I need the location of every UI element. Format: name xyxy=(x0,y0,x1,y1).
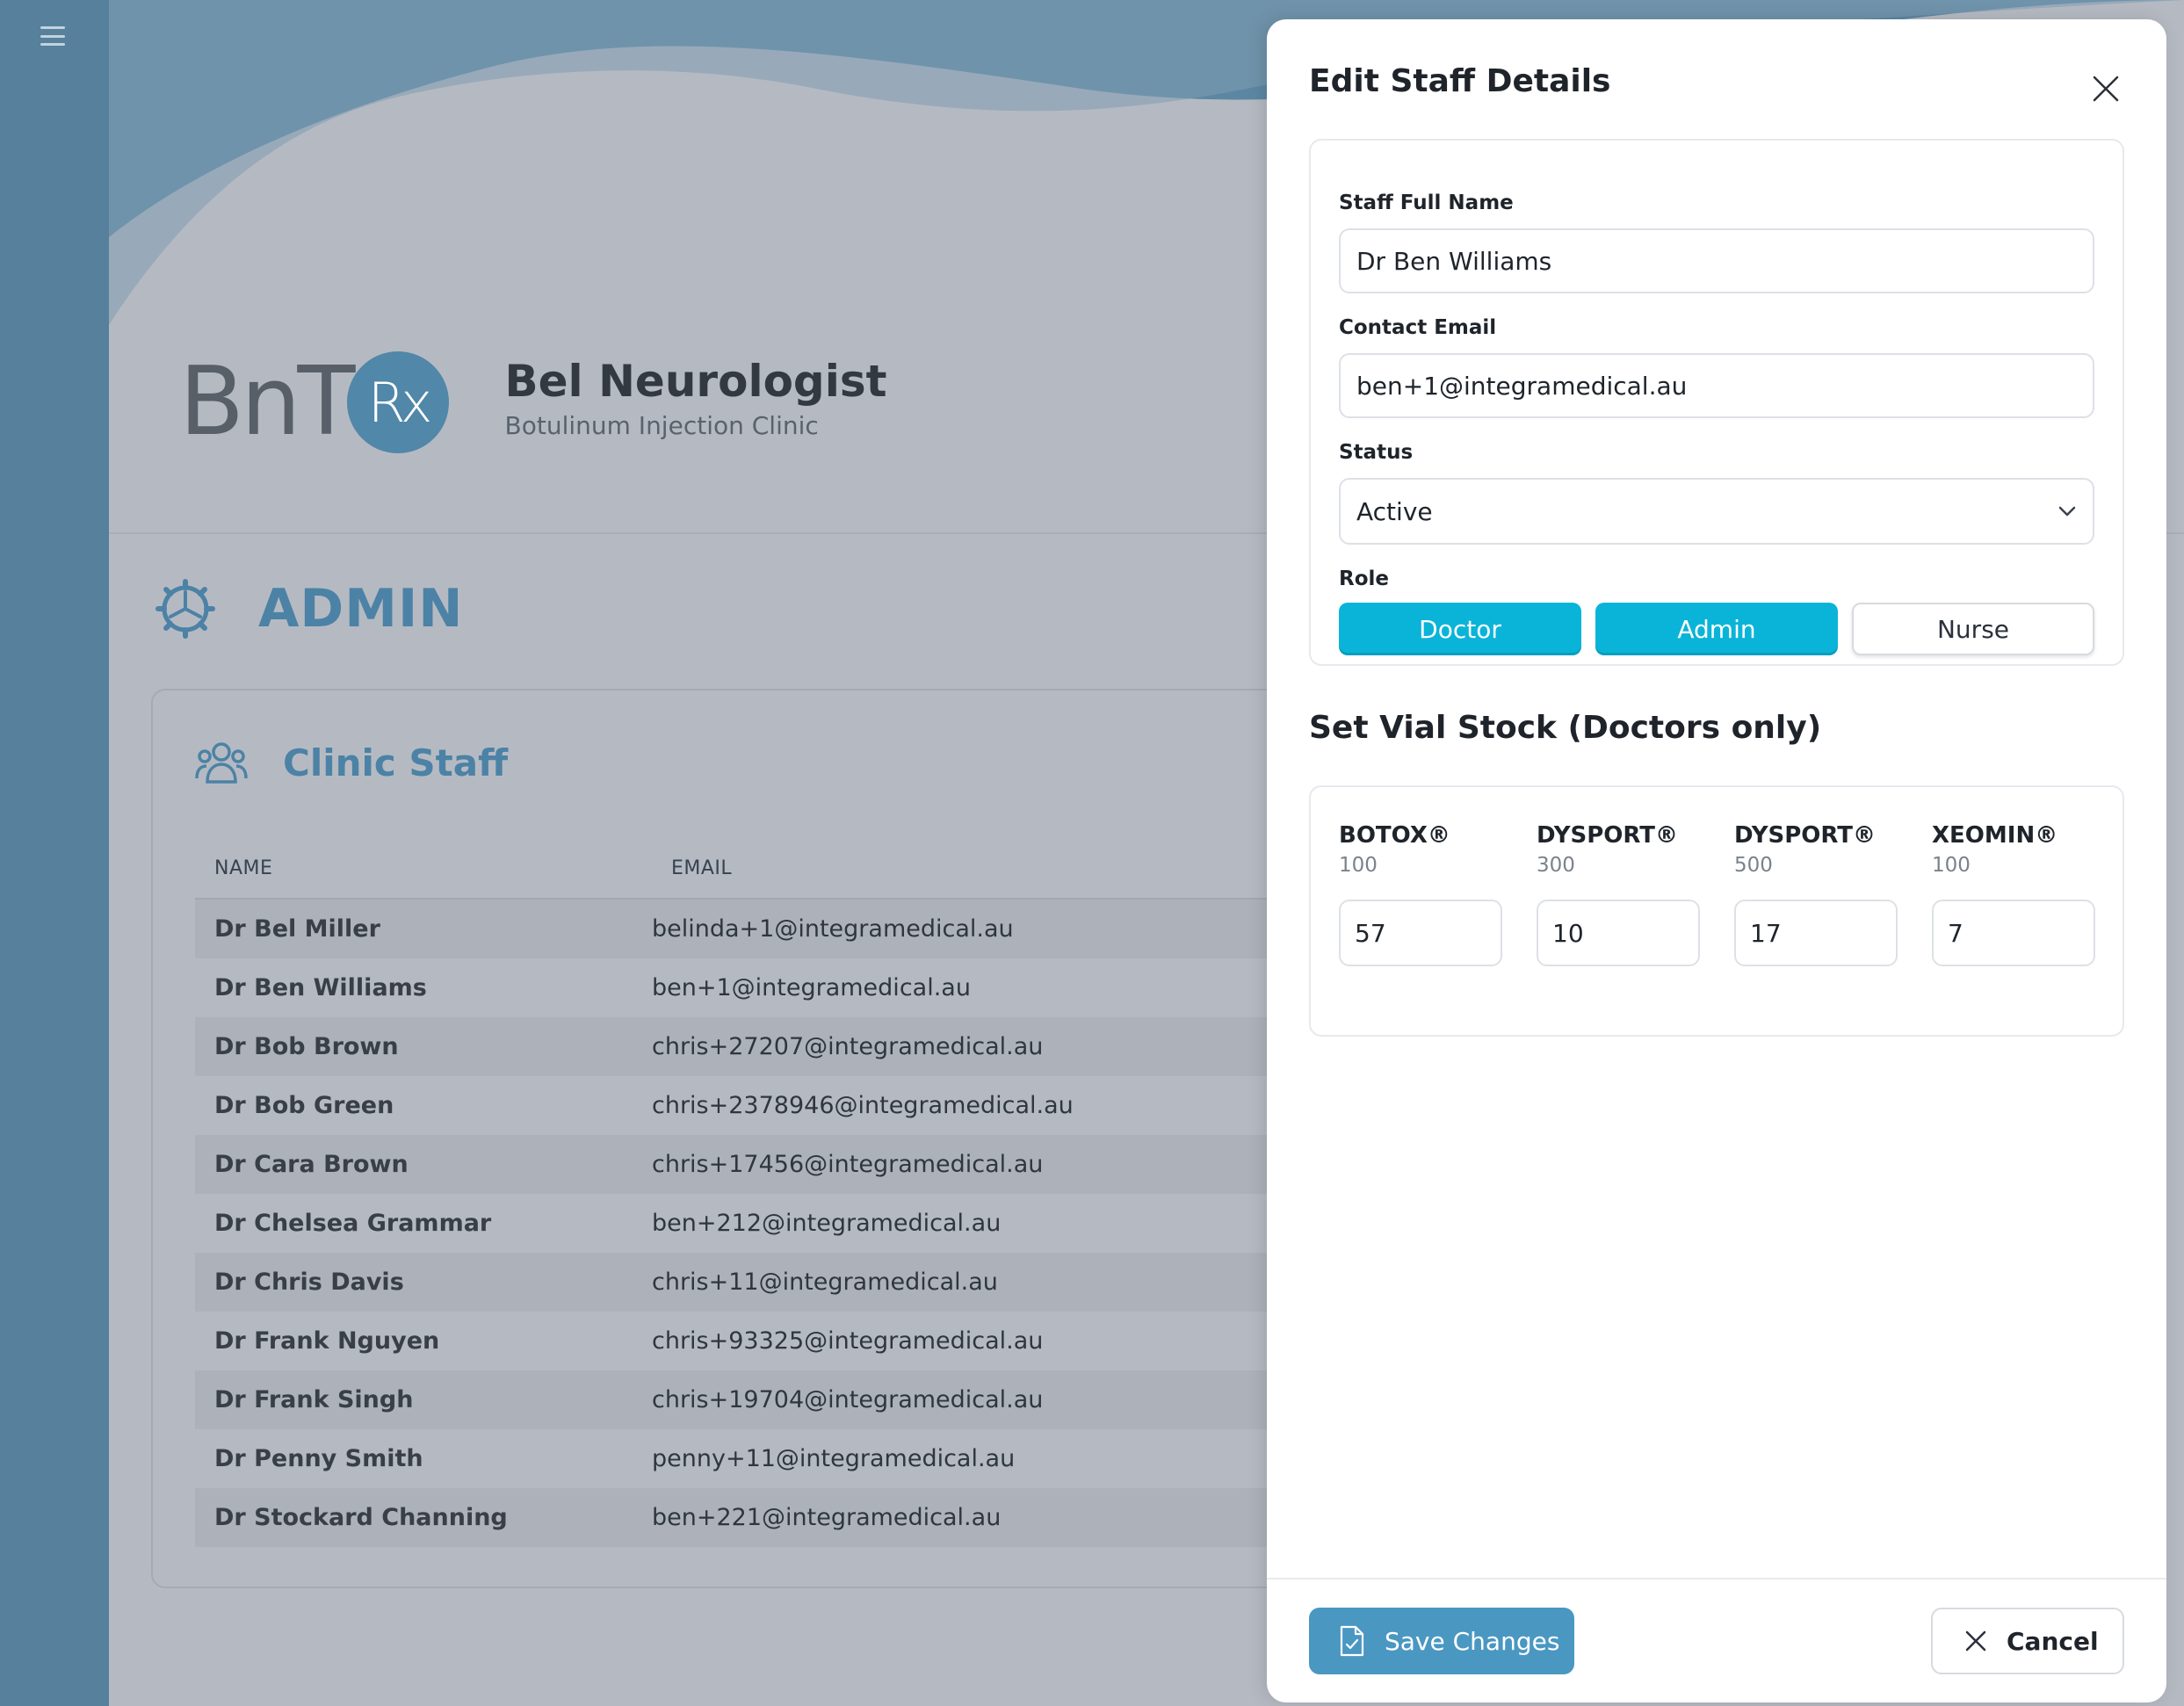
staff-name-cell: Dr Bel Miller xyxy=(214,915,380,943)
gear-icon xyxy=(155,579,215,639)
staff-name-cell: Dr Chelsea Grammar xyxy=(214,1210,492,1237)
modal-footer-divider xyxy=(1267,1578,2166,1579)
column-header-email[interactable]: EMAIL xyxy=(671,857,732,879)
status-label: Status xyxy=(1339,441,1414,464)
vial-stock-input[interactable] xyxy=(1339,900,1502,966)
staff-name-label: Staff Full Name xyxy=(1339,192,1514,214)
admin-title: ADMIN xyxy=(258,578,464,640)
clinic-staff-title: Clinic Staff xyxy=(283,741,509,784)
vial-stock-input[interactable] xyxy=(1734,900,1898,966)
vial-dysport-500: DYSPORT® 500 xyxy=(1734,822,1898,966)
admin-heading: ADMIN xyxy=(155,578,464,640)
staff-email-cell: belinda+1@integramedical.au xyxy=(652,915,1014,943)
staff-name-cell: Dr Cara Brown xyxy=(214,1151,409,1178)
close-icon[interactable] xyxy=(2087,70,2124,107)
role-label: Role xyxy=(1339,567,1389,590)
contact-email-input[interactable] xyxy=(1339,353,2094,418)
edit-staff-modal: Edit Staff Details Staff Full Name Conta… xyxy=(1267,19,2166,1702)
column-header-name[interactable]: NAME xyxy=(214,857,272,879)
staff-email-cell: chris+19704@integramedical.au xyxy=(652,1386,1044,1413)
staff-name-cell: Dr Stockard Channing xyxy=(214,1504,508,1531)
role-nurse-button[interactable]: Nurse xyxy=(1852,603,2094,655)
save-changes-button[interactable]: Save Changes xyxy=(1309,1608,1574,1674)
vial-dysport-300: DYSPORT® 300 xyxy=(1537,822,1700,966)
modal-title: Edit Staff Details xyxy=(1309,63,1611,99)
staff-name-cell: Dr Bob Green xyxy=(214,1092,394,1119)
staff-email-cell: ben+1@integramedical.au xyxy=(652,974,971,1001)
role-doctor-button[interactable]: Doctor xyxy=(1339,603,1581,655)
staff-email-cell: ben+212@integramedical.au xyxy=(652,1210,1002,1237)
staff-email-cell: chris+93325@integramedical.au xyxy=(652,1327,1044,1355)
vial-size: 500 xyxy=(1734,854,1773,877)
status-selected-value: Active xyxy=(1356,496,1433,526)
cancel-button[interactable]: Cancel xyxy=(1931,1608,2124,1674)
staff-name-cell: Dr Chris Davis xyxy=(214,1269,404,1296)
staff-email-cell: chris+27207@integramedical.au xyxy=(652,1033,1044,1060)
staff-name-cell: Dr Bob Brown xyxy=(214,1033,399,1060)
staff-name-cell: Dr Ben Williams xyxy=(214,974,427,1001)
vial-size: 300 xyxy=(1537,854,1575,877)
staff-email-cell: penny+11@integramedical.au xyxy=(652,1445,1016,1472)
staff-email-cell: ben+221@integramedical.au xyxy=(652,1504,1002,1531)
staff-details-section: Staff Full Name Contact Email Status Act… xyxy=(1309,139,2124,666)
staff-name-input[interactable] xyxy=(1339,228,2094,293)
clinic-name: Bel Neurologist xyxy=(504,355,887,407)
vial-name: DYSPORT® xyxy=(1734,822,1876,849)
contact-email-label: Contact Email xyxy=(1339,316,1497,339)
menu-hamburger-icon[interactable] xyxy=(40,26,65,46)
vial-stock-section: BOTOX® 100 DYSPORT® 300 DYSPORT® 500 XEO… xyxy=(1309,785,2124,1037)
logo-badge-text: Rx xyxy=(367,370,433,435)
status-select[interactable]: Active xyxy=(1339,478,2094,545)
vial-name: BOTOX® xyxy=(1339,822,1450,849)
logo-badge: Rx xyxy=(346,351,449,453)
staff-name-cell: Dr Frank Nguyen xyxy=(214,1327,440,1355)
clinic-subtitle: Botulinum Injection Clinic xyxy=(504,410,819,440)
document-check-icon xyxy=(1340,1625,1364,1657)
staff-email-cell: chris+11@integramedical.au xyxy=(652,1269,998,1296)
cancel-button-label: Cancel xyxy=(2007,1626,2099,1656)
vial-size: 100 xyxy=(1339,854,1378,877)
vial-name: DYSPORT® xyxy=(1537,822,1678,849)
vial-size: 100 xyxy=(1932,854,1971,877)
people-icon xyxy=(195,742,248,784)
clinic-brand: BnT Rx Bel Neurologist Botulinum Injecti… xyxy=(179,351,887,453)
role-admin-button[interactable]: Admin xyxy=(1595,603,1838,655)
staff-name-cell: Dr Penny Smith xyxy=(214,1445,423,1472)
vial-stock-title: Set Vial Stock (Doctors only) xyxy=(1309,710,1822,746)
role-toggle-group: Doctor Admin Nurse xyxy=(1339,603,2094,655)
vial-xeomin-100: XEOMIN® 100 xyxy=(1932,822,2095,966)
close-icon xyxy=(1965,1630,1986,1652)
save-button-label: Save Changes xyxy=(1385,1626,1560,1656)
staff-email-cell: chris+2378946@integramedical.au xyxy=(652,1092,1074,1119)
vial-name: XEOMIN® xyxy=(1932,822,2058,849)
vial-stock-input[interactable] xyxy=(1932,900,2095,966)
vial-stock-input[interactable] xyxy=(1537,900,1700,966)
staff-email-cell: chris+17456@integramedical.au xyxy=(652,1151,1044,1178)
staff-name-cell: Dr Frank Singh xyxy=(214,1386,414,1413)
logo-text: BnT xyxy=(179,347,356,457)
vial-botox-100: BOTOX® 100 xyxy=(1339,822,1502,966)
chevron-down-icon xyxy=(2058,506,2076,517)
